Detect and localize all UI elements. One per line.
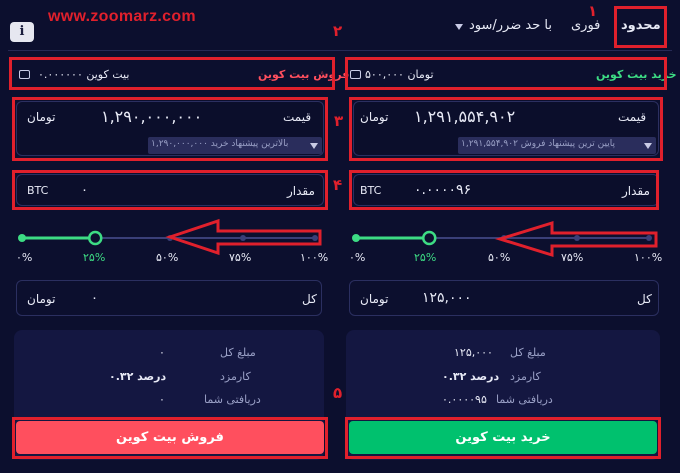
- tab-instant[interactable]: فوری: [571, 18, 600, 33]
- buy-tick-50[interactable]: ۵۰%: [488, 251, 510, 264]
- sell-total-field[interactable]: کل ۰ تومان: [16, 280, 322, 316]
- sell-tick-25[interactable]: ۲۵%: [83, 251, 105, 264]
- sell-summary-receive-label: دریافتی شما: [204, 393, 261, 406]
- watermark-text: www.zoomarz.com: [48, 8, 196, 25]
- buy-total-field[interactable]: کل ۱۲۵,۰۰۰ تومان: [349, 280, 659, 316]
- sell-tick-100[interactable]: ۱۰۰%: [300, 251, 328, 264]
- annotation-box-4: [349, 170, 659, 210]
- annotation-box-sell-price: [12, 97, 328, 161]
- annotation-number-2: ۲: [333, 22, 343, 40]
- sell-summary-fee-label: کارمزد: [220, 370, 251, 383]
- buy-summary-fee-label: کارمزد: [510, 370, 541, 383]
- sell-summary-total-label: مبلغ کل: [220, 346, 256, 359]
- buy-tick-75[interactable]: ۷۵%: [561, 251, 583, 264]
- buy-total-unit: تومان: [360, 292, 389, 306]
- stop-order-dropdown[interactable]: با حد ضرر/سود: [451, 18, 552, 33]
- sell-summary-total-value: ۰: [159, 346, 165, 359]
- buy-tick-25[interactable]: ۲۵%: [414, 251, 436, 264]
- buy-summary-receive-value: ۰.۰۰۰۰۹۵: [442, 393, 487, 406]
- annotation-number-1: ۱: [588, 2, 598, 20]
- buy-summary-total-label: مبلغ کل: [510, 346, 546, 359]
- annotation-number-3: ۳: [334, 112, 344, 130]
- buy-total-label: کل: [637, 292, 652, 306]
- buy-slider-thumb[interactable]: [422, 230, 437, 246]
- sell-total-label: کل: [302, 292, 317, 306]
- buy-summary-receive-label: دریافتی شما: [496, 393, 553, 406]
- annotation-box-5: [12, 417, 328, 459]
- sell-tick-75[interactable]: ۷۵%: [229, 251, 251, 264]
- sell-summary-receive-value: ۰: [159, 393, 165, 406]
- sell-slider-thumb[interactable]: [88, 230, 103, 246]
- annotation-box-3: [349, 97, 663, 161]
- buy-tick-100[interactable]: ۱۰۰%: [634, 251, 662, 264]
- tab-stop-label: با حد ضرر/سود: [469, 18, 552, 33]
- annotation-box-sell-amount: [12, 170, 328, 210]
- annotation-box-buy-header: [345, 57, 667, 90]
- sell-total-unit: تومان: [27, 292, 56, 306]
- buy-tick-0[interactable]: ۰%: [349, 251, 365, 264]
- chevron-down-icon: [455, 24, 463, 30]
- sell-tick-0[interactable]: ۰%: [16, 251, 32, 264]
- buy-summary-total-value: ۱۲۵,۰۰۰: [454, 346, 493, 359]
- annotation-box-1: [614, 6, 667, 48]
- annotation-box-sell-header: [9, 57, 335, 90]
- buy-total-value[interactable]: ۱۲۵,۰۰۰: [422, 290, 472, 306]
- info-button[interactable]: i: [10, 22, 34, 42]
- header-divider: [8, 50, 672, 51]
- sell-summary-fee-value: ۰.۳۲ درصد: [109, 370, 167, 383]
- annotation-number-4: ۴: [333, 176, 343, 194]
- sell-tick-50[interactable]: ۵۰%: [156, 251, 178, 264]
- annotation-box-buy-button: [345, 417, 661, 459]
- annotation-number-5: ۵: [333, 384, 343, 402]
- sell-total-value[interactable]: ۰: [91, 291, 98, 306]
- buy-summary-fee-value: ۰.۳۲ درصد: [442, 370, 500, 383]
